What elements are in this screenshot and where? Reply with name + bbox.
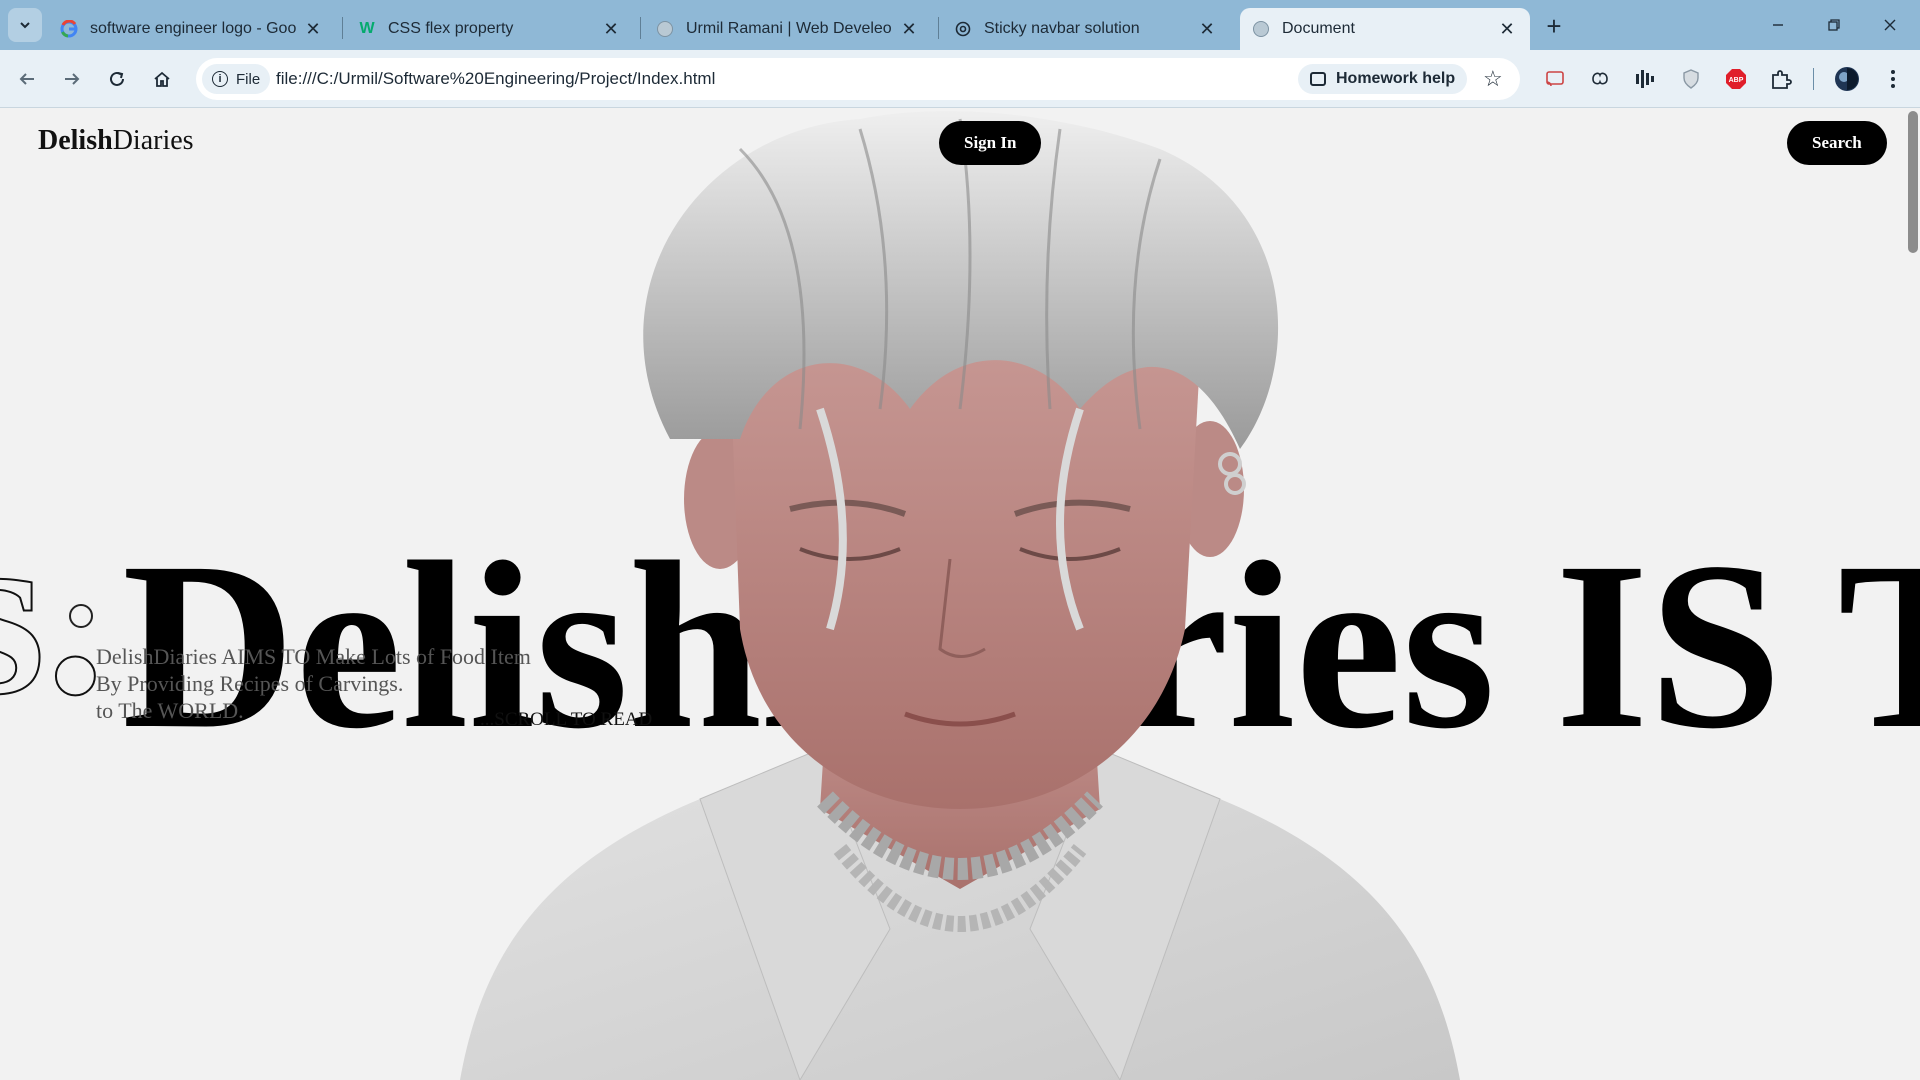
tab-title: Urmil Ramani | Web Develeoper bbox=[686, 20, 892, 37]
toolbar-separator bbox=[1813, 68, 1814, 90]
tab-css-flex[interactable]: W CSS flex property ✕ bbox=[346, 8, 634, 50]
abp-icon[interactable]: ABP bbox=[1721, 64, 1751, 94]
google-icon bbox=[60, 20, 78, 38]
close-icon[interactable]: ✕ bbox=[898, 18, 920, 40]
subtext-line: DelishDiaries AIMS TO Make Lots of Food … bbox=[96, 644, 531, 669]
lens-icon bbox=[1310, 72, 1326, 86]
restore-icon bbox=[1828, 19, 1840, 31]
reload-icon bbox=[110, 71, 124, 86]
home-button[interactable] bbox=[147, 64, 177, 94]
brain-icon[interactable] bbox=[1585, 64, 1615, 94]
forward-arrow-icon bbox=[65, 73, 80, 85]
hero-circle-decoration bbox=[69, 604, 93, 628]
profile-avatar[interactable] bbox=[1832, 64, 1862, 94]
url-text[interactable]: file:///C:/Urmil/Software%20Engineering/… bbox=[276, 69, 715, 89]
tab-search-button[interactable] bbox=[8, 8, 42, 42]
scroll-to-read-label: ...SCROLL TO READ bbox=[480, 709, 653, 730]
new-tab-button[interactable]: + bbox=[1540, 11, 1568, 41]
bookmark-star-icon[interactable]: ☆ bbox=[1483, 66, 1503, 92]
subtext-line: By Providing Recipes of Carvings. bbox=[96, 671, 404, 696]
site-logo[interactable]: DelishDiaries bbox=[38, 125, 194, 157]
shield-icon[interactable] bbox=[1676, 64, 1706, 94]
browser-menu-button[interactable] bbox=[1878, 64, 1908, 94]
tab-strip: software engineer logo - Googl ✕ W CSS f… bbox=[0, 0, 1920, 50]
back-button[interactable] bbox=[12, 64, 42, 94]
cast-icon[interactable] bbox=[1540, 64, 1570, 94]
close-icon[interactable]: ✕ bbox=[1196, 18, 1218, 40]
more-vertical-icon bbox=[1891, 70, 1895, 88]
reload-button[interactable] bbox=[102, 64, 132, 94]
restore-button[interactable] bbox=[1810, 8, 1858, 42]
chevron-down-icon bbox=[20, 22, 30, 29]
forward-button[interactable] bbox=[57, 64, 87, 94]
logo-bold-part: Delish bbox=[38, 125, 113, 156]
minimize-button[interactable] bbox=[1754, 8, 1802, 42]
globe-icon bbox=[656, 20, 674, 38]
tab-title: Document bbox=[1282, 20, 1355, 37]
back-arrow-icon bbox=[19, 73, 34, 85]
close-icon[interactable]: ✕ bbox=[1496, 18, 1518, 40]
svg-text:ABP: ABP bbox=[1729, 77, 1744, 84]
logo-regular-part: Diaries bbox=[112, 125, 194, 156]
tab-title: CSS flex property bbox=[388, 20, 514, 37]
globe-icon bbox=[1252, 20, 1270, 38]
hero-figure-image bbox=[460, 110, 1460, 1080]
close-icon[interactable]: ✕ bbox=[600, 18, 622, 40]
tab-separator bbox=[640, 17, 641, 39]
homework-help-button[interactable]: Homework help bbox=[1298, 64, 1468, 94]
page-scrollbar-thumb[interactable] bbox=[1908, 111, 1918, 253]
sign-in-button[interactable]: Sign In bbox=[939, 121, 1042, 165]
homework-help-label: Homework help bbox=[1336, 70, 1456, 87]
scheme-label: File bbox=[236, 70, 261, 88]
search-button[interactable]: Search bbox=[1787, 121, 1887, 165]
address-bar[interactable]: i File file:///C:/Urmil/Software%20Engin… bbox=[196, 58, 1520, 100]
tab-separator bbox=[342, 17, 343, 39]
w3schools-icon: W bbox=[359, 20, 375, 37]
close-icon bbox=[1884, 19, 1896, 31]
puzzle-icon[interactable] bbox=[1766, 64, 1796, 94]
chatgpt-icon bbox=[954, 20, 972, 38]
minimize-icon bbox=[1773, 24, 1783, 26]
tab-portfolio[interactable]: Urmil Ramani | Web Develeoper ✕ bbox=[644, 8, 932, 50]
tab-separator bbox=[938, 17, 939, 39]
subtext-line: to The WORLD. bbox=[96, 698, 244, 723]
site-info-chip[interactable]: i File bbox=[202, 64, 271, 94]
close-icon[interactable]: ✕ bbox=[302, 18, 324, 40]
info-icon: i bbox=[212, 71, 228, 87]
home-icon bbox=[154, 71, 170, 87]
hero-subtext: DelishDiaries AIMS TO Make Lots of Food … bbox=[96, 643, 531, 724]
page-viewport: s. DelishDiaries IS T bbox=[0, 109, 1920, 1080]
close-window-button[interactable] bbox=[1866, 8, 1914, 42]
tab-google[interactable]: software engineer logo - Googl ✕ bbox=[48, 8, 336, 50]
tab-document[interactable]: Document ✕ bbox=[1240, 8, 1530, 50]
tab-title: Sticky navbar solution bbox=[984, 20, 1140, 37]
tab-sticky-navbar[interactable]: Sticky navbar solution ✕ bbox=[942, 8, 1230, 50]
tab-title: software engineer logo - Googl bbox=[90, 20, 296, 37]
equalizer-icon[interactable] bbox=[1630, 64, 1660, 94]
